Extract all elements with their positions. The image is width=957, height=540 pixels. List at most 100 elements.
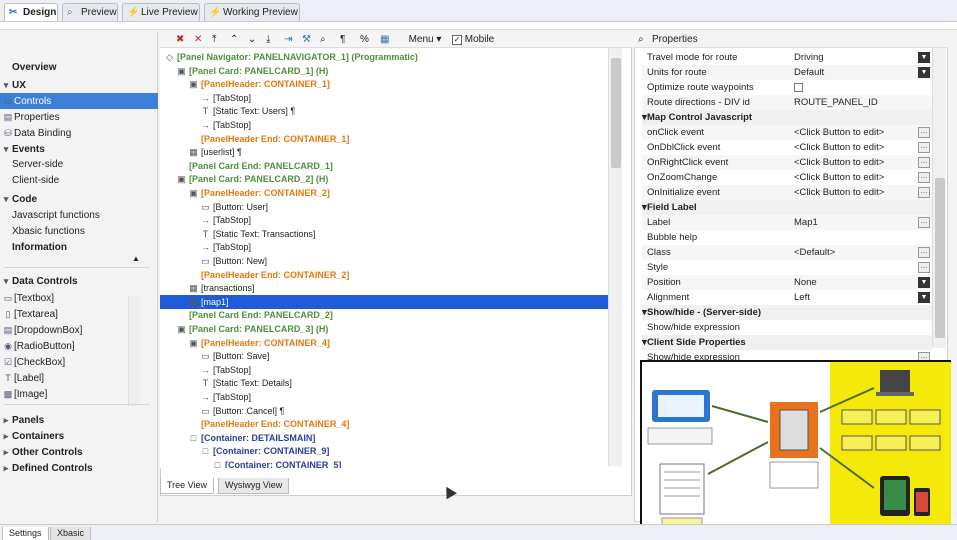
sidebar-item-data-controls[interactable]: ▾ Data Controls [0,273,158,289]
percent-icon[interactable]: % [360,32,369,48]
sidebar-item-checkbox[interactable]: ☑ [CheckBox] [0,354,158,370]
tree-node[interactable]: → [TabStop] [160,240,608,254]
menu-dropdown[interactable]: Menu ▾ [404,32,446,48]
ellipsis-button[interactable]: … [918,172,930,183]
property-value[interactable]: <Click Button to edit> [794,185,914,200]
property-row[interactable]: OnZoomChange <Click Button to edit>… [642,170,932,185]
indent-icon[interactable]: ⇥ [284,32,292,48]
grid-icon[interactable]: ▦ [380,32,389,48]
sidebar-item-code[interactable]: ▾ Code [0,191,158,207]
pilcrow-icon[interactable]: ¶ [340,32,345,48]
sidebar-item-events[interactable]: ▾ Events [0,141,158,157]
tree-node[interactable]: □ [Container: CONTAINER_9] [160,444,608,458]
tab-design[interactable]: ✂ Design [4,3,58,21]
close-icon[interactable]: ✕ [194,32,202,48]
dropdown-arrow-icon[interactable]: ▼ [918,67,930,78]
tree-node[interactable]: ▩ [map1] [160,294,608,309]
property-row[interactable]: Bubble help [642,230,932,245]
sidebar-item-dropdownbox[interactable]: ▤ [DropdownBox] [0,322,158,338]
sidebar-item-other-controls[interactable]: ▸ Other Controls [0,444,158,460]
property-value[interactable]: Map1 [794,215,914,230]
move-bottom-icon[interactable]: ⤓ [266,32,270,48]
sidebar-item-containers[interactable]: ▸ Containers [0,428,158,444]
tree-node[interactable]: → [TabStop] [160,91,608,105]
tree-node[interactable]: ▭ [Button: Save] [160,349,608,363]
tree-node[interactable]: ▣ [PanelHeader: CONTAINER_4] [160,336,608,350]
tree-node[interactable]: T [Static Text: Details] [160,376,608,390]
tree-node[interactable]: ▦ [transactions] [160,281,608,295]
tree-node[interactable]: ▣ [Panel Card: PANELCARD_2] (H) [160,172,608,186]
property-row[interactable]: Position None ▼ [642,275,932,290]
property-row[interactable]: onClick event <Click Button to edit>… [642,125,932,140]
property-row[interactable]: OnRightClick event <Click Button to edit>… [642,155,932,170]
sidebar-item-label[interactable]: T [Label] [0,370,158,386]
ellipsis-button[interactable]: … [918,142,930,153]
tools-icon[interactable]: ⚒ [302,32,311,48]
tree-node[interactable]: T [Static Text: Users] ¶ [160,104,608,118]
property-row[interactable]: OnDblClick event <Click Button to edit>… [642,140,932,155]
sidebar-item-image[interactable]: ▩ [Image] [0,386,158,402]
property-row[interactable]: Label Map1… [642,215,932,230]
ellipsis-button[interactable]: … [918,217,930,228]
properties-scrollbar[interactable] [932,48,946,348]
tree-node[interactable]: ▣ [PanelHeader: CONTAINER_2] [160,186,608,200]
property-row[interactable]: Alignment Left ▼ [642,290,932,305]
sidebar-item-ux[interactable]: ▾ UX [0,77,158,93]
tab-wysiwyg-view[interactable]: Wysiwyg View [218,478,290,494]
tree-node[interactable]: → [TabStop] [160,363,608,377]
property-row[interactable]: Travel mode for route Driving ▼ [642,50,932,65]
property-row[interactable]: Show/hide expression [642,320,932,335]
sidebar-item-defined-controls[interactable]: ▸ Defined Controls [0,460,158,476]
mobile-checkbox[interactable]: ✓ Mobile [452,32,512,48]
move-down-icon[interactable]: ⌄ [248,32,256,48]
property-row[interactable]: Style… [642,260,932,275]
property-row[interactable]: Route directions - DIV id ROUTE_PANEL_ID [642,95,932,110]
tree-node[interactable]: ◇ [Panel Navigator: PANELNAVIGATOR_1] (Pr… [160,50,608,64]
move-up-icon[interactable]: ⌃ [230,32,238,48]
property-value[interactable]: <Default> [794,245,914,260]
dropdown-arrow-icon[interactable]: ▼ [918,52,930,63]
tree-node[interactable]: [PanelHeader End: CONTAINER_1] [160,132,608,146]
property-row[interactable]: Units for route Default ▼ [642,65,932,80]
tree-node[interactable]: [PanelHeader End: CONTAINER_2] [160,268,608,282]
tab-xbasic[interactable]: Xbasic [50,527,92,540]
tab-working-preview[interactable]: ⚡ Working Preview [204,3,300,21]
property-row[interactable]: Optimize route waypoints [642,80,932,95]
tab-live-preview[interactable]: ⚡ Live Preview [122,3,200,21]
tree-node[interactable]: → [TabStop] [160,390,608,404]
sidebar-item-panels[interactable]: ▸ Panels [0,412,158,428]
ellipsis-button[interactable]: … [918,127,930,138]
ellipsis-button[interactable]: … [918,157,930,168]
tree-node[interactable]: □ [Container: DETAILSMAIN] [160,431,608,445]
sidebar-item-overview[interactable]: Overview [0,60,158,76]
tree-node[interactable]: ▭ [Button: New] [160,254,608,268]
dropdown-arrow-icon[interactable]: ▼ [918,292,930,303]
sidebar-item-radiobutton[interactable]: ◉ [RadioButton] [0,338,158,354]
sidebar-item-server-side[interactable]: Server-side [0,157,158,173]
delete-x-icon[interactable]: ✖ [176,32,184,48]
property-value[interactable]: <Click Button to edit> [794,140,914,155]
property-value[interactable]: <Click Button to edit> [794,170,914,185]
tree-node[interactable]: ▭ [Button: Cancel] ¶ [160,404,608,418]
tree-node[interactable]: [Panel Card End: PANELCARD_1] [160,159,608,173]
tree-node[interactable]: ▣ [PanelHeader: CONTAINER_1] [160,77,608,91]
property-row[interactable]: Class <Default>… [642,245,932,260]
ellipsis-button[interactable]: … [918,187,930,198]
move-top-icon[interactable]: ⤒ [212,32,216,48]
sidebar-item-javascript-functions[interactable]: Javascript functions [0,208,158,224]
sidebar-item-data-binding[interactable]: ⛁ Data Binding [0,125,158,141]
property-value[interactable]: <Click Button to edit> [794,125,914,140]
property-value[interactable]: <Click Button to edit> [794,155,914,170]
sidebar-item-properties[interactable]: ▤ Properties [0,109,158,125]
checkbox[interactable] [794,83,803,92]
sidebar-item-textarea[interactable]: ▯ [Textarea] [0,306,158,322]
sidebar-item-xbasic-functions[interactable]: Xbasic functions [0,224,158,240]
ellipsis-button[interactable]: … [918,247,930,258]
tree-node[interactable]: ▭ [Button: User] [160,200,608,214]
sidebar-item-controls[interactable]: ▭ Controls [0,93,158,109]
search-icon[interactable]: ⌕ [320,32,326,48]
dropdown-arrow-icon[interactable]: ▼ [918,277,930,288]
tree-scroll-thumb[interactable] [611,58,621,168]
sidebar-item-client-side[interactable]: Client-side [0,173,158,189]
tree-node[interactable]: T [Static Text: Transactions] [160,227,608,241]
